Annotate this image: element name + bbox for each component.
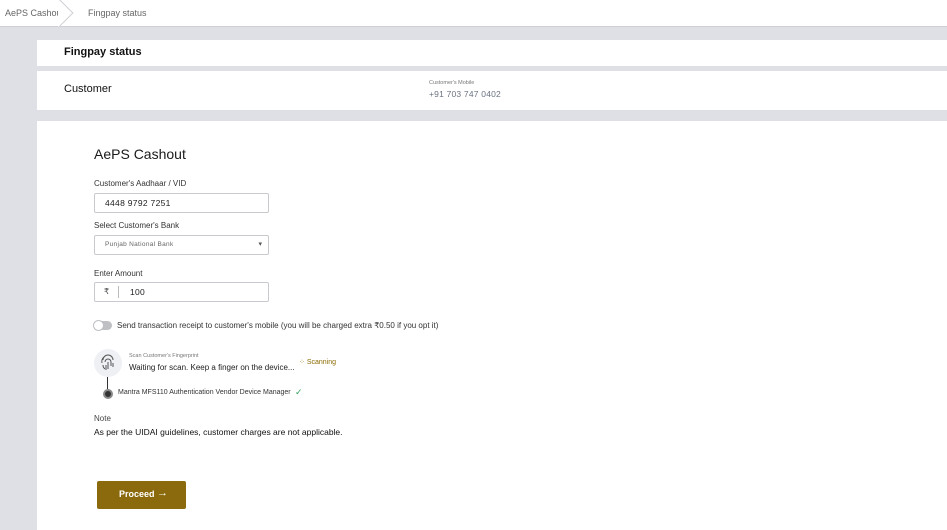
bank-label: Select Customer's Bank bbox=[94, 221, 180, 230]
receipt-toggle-label: Send transaction receipt to customer's m… bbox=[117, 321, 439, 330]
customer-mobile-value: +91 703 747 0402 bbox=[429, 89, 501, 99]
proceed-label: Proceed bbox=[119, 489, 155, 499]
toggle-knob bbox=[93, 320, 104, 331]
timeline-connector bbox=[107, 377, 108, 389]
scanning-label: Scanning bbox=[306, 359, 337, 366]
breadcrumb: AePS Cashout Fingpay status bbox=[0, 0, 947, 27]
chevron-down-icon: ▾ bbox=[258, 241, 262, 248]
check-icon: ✓ bbox=[295, 387, 303, 397]
breadcrumb-item-fingpay-status[interactable]: Fingpay status bbox=[88, 0, 147, 27]
breadcrumb-separator bbox=[58, 0, 80, 29]
status-panel: Fingpay status bbox=[37, 40, 947, 66]
currency-symbol: ₹ bbox=[104, 287, 110, 296]
amount-value: 100 bbox=[130, 287, 146, 297]
arrow-right-icon: → bbox=[157, 487, 168, 499]
amount-input[interactable]: ₹ 100 bbox=[94, 282, 269, 302]
aadhaar-value: 4448 9792 7251 bbox=[105, 198, 171, 208]
breadcrumb-item-aeps-cashout[interactable]: AePS Cashout bbox=[5, 0, 64, 27]
status-panel-title: Fingpay status bbox=[64, 46, 142, 58]
bank-select[interactable]: Punjab National Bank ▾ bbox=[94, 235, 269, 255]
device-name: Mantra MFS110 Authentication Vendor Devi… bbox=[118, 389, 291, 396]
fingerprint-icon bbox=[101, 354, 114, 370]
aadhaar-label: Customer's Aadhaar / VID bbox=[94, 179, 187, 188]
spinner-icon: ⁘ bbox=[299, 359, 305, 366]
fingerprint-badge bbox=[94, 349, 122, 377]
scan-fingerprint-label: Scan Customer's Fingerprint bbox=[129, 353, 199, 359]
scanning-status: ⁘ Scanning bbox=[299, 358, 336, 366]
amount-divider bbox=[118, 286, 119, 298]
scan-status-text: Waiting for scan. Keep a finger on the d… bbox=[129, 363, 295, 372]
form-title: AePS Cashout bbox=[94, 146, 186, 162]
proceed-button[interactable]: Proceed → bbox=[97, 481, 186, 509]
note-text: As per the UIDAI guidelines, customer ch… bbox=[94, 427, 343, 437]
cashout-form-panel: AePS Cashout Customer's Aadhaar / VID 44… bbox=[37, 121, 947, 530]
customer-panel: Customer Customer's Mobile +91 703 747 0… bbox=[37, 71, 947, 110]
amount-label: Enter Amount bbox=[94, 269, 143, 278]
note-label: Note bbox=[94, 414, 111, 423]
receipt-toggle[interactable] bbox=[93, 320, 112, 331]
aadhaar-input[interactable]: 4448 9792 7251 bbox=[94, 193, 269, 213]
customer-mobile-label: Customer's Mobile bbox=[429, 80, 475, 86]
customer-panel-title: Customer bbox=[64, 83, 112, 95]
device-status-dot bbox=[103, 389, 113, 399]
bank-selected-value: Punjab National Bank bbox=[105, 241, 174, 248]
